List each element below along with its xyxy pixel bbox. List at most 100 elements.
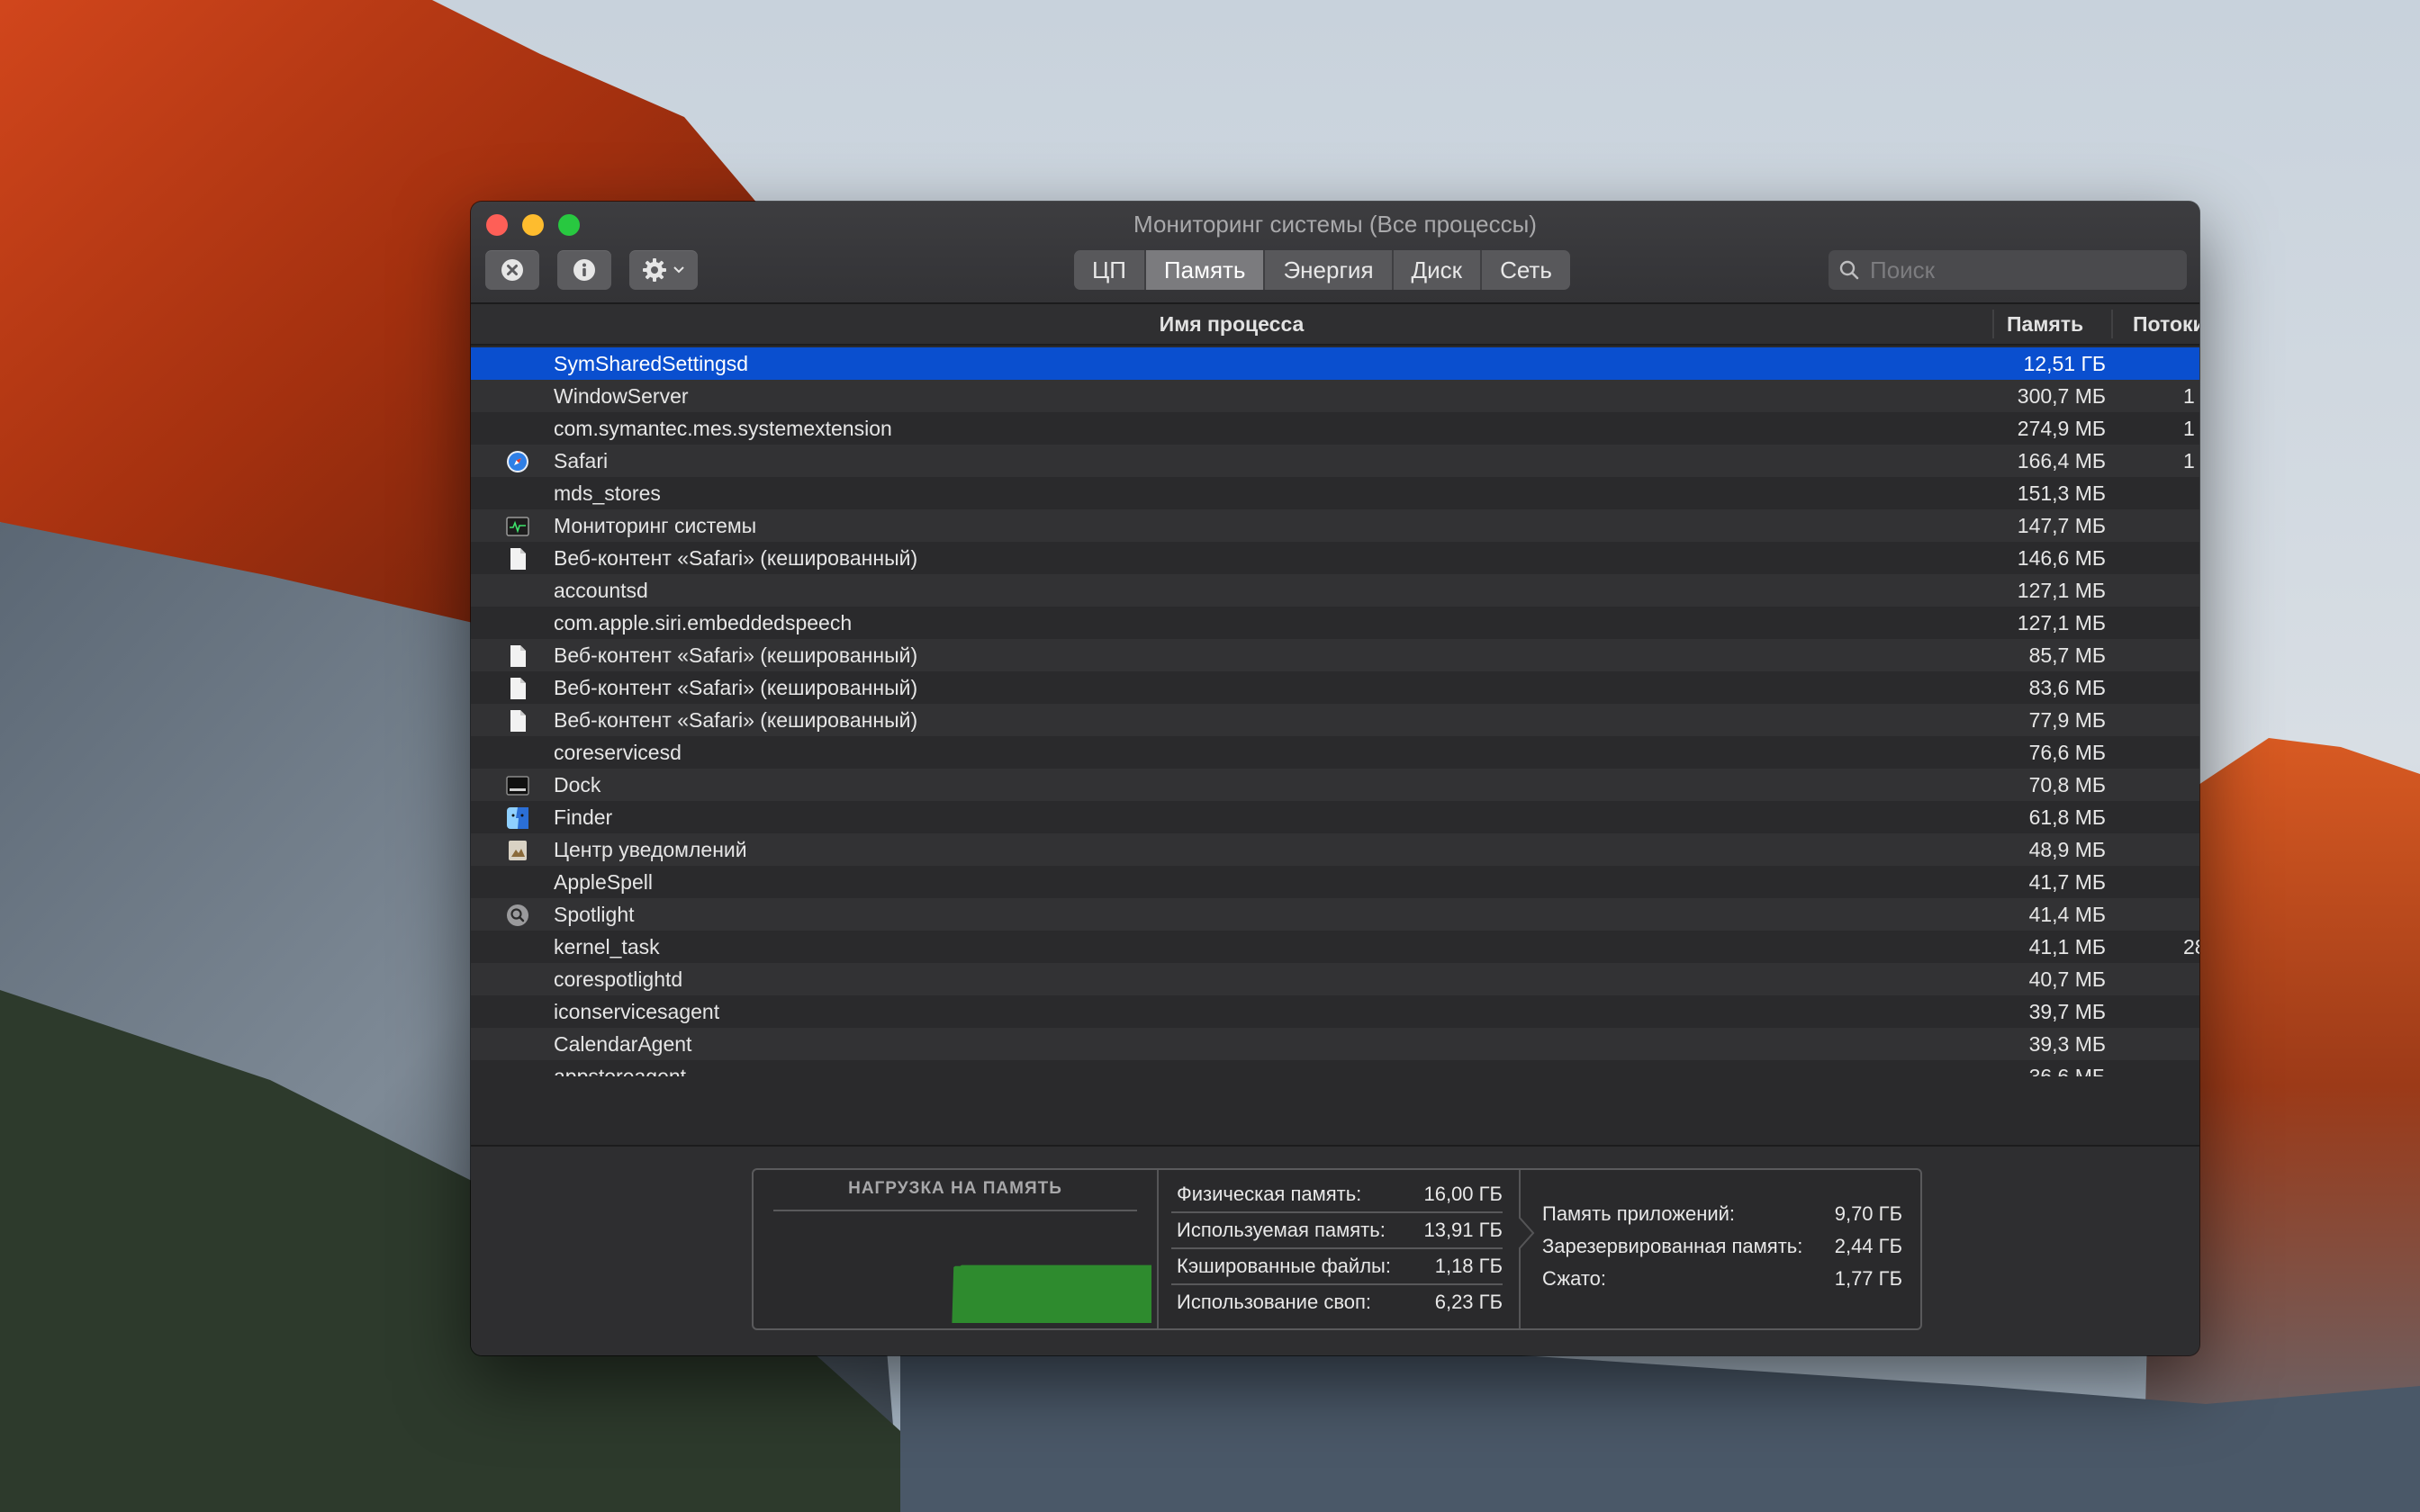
search-input[interactable] [1868, 255, 2169, 285]
process-name: accountsd [554, 579, 648, 602]
tab-network[interactable]: Сеть [1482, 250, 1570, 290]
physical-memory-stat: Физическая память: 16,00 ГБ [1177, 1181, 1503, 1208]
compressed-memory-label: Сжато: [1542, 1267, 1607, 1290]
window-title: Мониторинг системы (Все процессы) [1133, 211, 1537, 238]
memory-pressure-area [759, 1264, 1151, 1323]
column-divider[interactable] [2111, 310, 2113, 338]
process-row[interactable]: Safari 166,4 МБ 1 [471, 445, 2199, 477]
process-row[interactable]: Dock 70,8 МБ [471, 769, 2199, 801]
process-row[interactable]: corespotlightd 40,7 МБ [471, 963, 2199, 995]
column-header-process-name[interactable]: Имя процесса [471, 304, 1992, 344]
stop-process-button[interactable] [485, 250, 539, 290]
pressure-divider [773, 1210, 1137, 1211]
app-memory-label: Память приложений: [1542, 1202, 1736, 1225]
process-row[interactable]: coreservicesd 76,6 МБ [471, 736, 2199, 769]
table-header: Имя процесса Память Потоки [471, 304, 2199, 368]
process-memory: 274,9 МБ [2017, 417, 2106, 440]
process-row[interactable]: com.symantec.mes.systemextension 274,9 МБ… [471, 412, 2199, 445]
column-header-memory-label: Память [2007, 312, 2084, 336]
process-name: SymSharedSettingsd [554, 352, 749, 375]
process-row[interactable]: Finder 61,8 МБ [471, 801, 2199, 833]
process-row[interactable]: CalendarAgent 39,3 МБ [471, 1028, 2199, 1060]
process-row[interactable]: Центр уведомлений 48,9 МБ [471, 833, 2199, 866]
column-divider[interactable] [1992, 310, 1994, 338]
compressed-memory-value: 1,77 ГБ [1834, 1267, 1902, 1290]
cached-files-label: Кэшированные файлы: [1177, 1255, 1391, 1277]
process-row[interactable]: Веб-контент «Safari» (кешированный) 85,7 … [471, 639, 2199, 671]
used-memory-stat: Используемая память: 13,91 ГБ [1177, 1217, 1503, 1244]
process-row[interactable]: mds_stores 151,3 МБ [471, 477, 2199, 509]
process-row[interactable]: AppleSpell 41,7 МБ [471, 866, 2199, 898]
process-row[interactable]: SymSharedSettingsd 12,51 ГБ [471, 347, 2199, 380]
process-memory: 146,6 МБ [2017, 546, 2106, 570]
process-name: CalendarAgent [554, 1032, 692, 1056]
tab-energy[interactable]: Энергия [1265, 250, 1394, 290]
memory-summary: НАГРУЗКА НА ПАМЯТЬ Физическая память: 16… [471, 1145, 2199, 1355]
tab-cpu[interactable]: ЦП [1074, 250, 1146, 290]
process-memory: 61,8 МБ [2028, 806, 2106, 829]
stat-divider [1171, 1211, 1503, 1213]
safari-icon [506, 450, 529, 473]
process-row[interactable]: Spotlight 41,4 МБ [471, 898, 2199, 931]
process-row[interactable]: kernel_task 41,1 МБ 28 [471, 931, 2199, 963]
app-memory-stat: Память приложений: 9,70 ГБ [1542, 1201, 1902, 1228]
process-row[interactable]: Мониторинг системы 147,7 МБ [471, 509, 2199, 542]
process-name: Мониторинг системы [554, 514, 757, 537]
process-memory: 166,4 МБ [2017, 449, 2106, 472]
used-memory-label: Используемая память: [1177, 1219, 1386, 1241]
memory-pressure-chart [759, 1264, 1151, 1323]
wired-memory-label: Зарезервированная память: [1542, 1235, 1803, 1257]
process-memory: 39,3 МБ [2028, 1032, 2106, 1056]
process-threads: 1 [2183, 417, 2195, 440]
actions-menu-button[interactable] [629, 250, 698, 290]
process-threads: 28 [2183, 935, 2199, 958]
tab-memory[interactable]: Память [1145, 250, 1266, 290]
notification-center-icon [506, 839, 529, 862]
activity-monitor-icon [506, 515, 529, 538]
search-field[interactable] [1829, 250, 2187, 290]
process-name: iconservicesagent [554, 1000, 720, 1023]
title-bar: Мониторинг системы (Все процессы) ЦП Пам… [471, 202, 2199, 304]
process-memory: 41,4 МБ [2028, 903, 2106, 926]
process-name: Spotlight [554, 903, 635, 926]
wired-memory-stat: Зарезервированная память: 2,44 ГБ [1542, 1233, 1902, 1260]
memory-stats-primary: Физическая память: 16,00 ГБ Используемая… [1159, 1170, 1535, 1328]
process-memory: 127,1 МБ [2017, 611, 2106, 634]
process-row[interactable]: com.apple.siri.embeddedspeech 127,1 МБ [471, 607, 2199, 639]
process-row[interactable]: WindowServer 300,7 МБ 1 [471, 380, 2199, 412]
process-memory: 127,1 МБ [2017, 579, 2106, 602]
process-row[interactable]: Веб-контент «Safari» (кешированный) 146,6… [471, 542, 2199, 574]
process-memory: 41,7 МБ [2028, 870, 2106, 894]
search-icon [1839, 260, 1859, 280]
column-header-threads[interactable]: Потоки [2133, 304, 2199, 344]
process-memory: 36,6 МБ [2028, 1065, 2106, 1076]
process-memory: 83,6 МБ [2028, 676, 2106, 699]
chevron-down-icon [673, 266, 684, 274]
physical-memory-label: Физическая память: [1177, 1183, 1362, 1205]
process-row[interactable]: appstoreagent 36,6 МБ [471, 1060, 2199, 1076]
process-row[interactable]: iconservicesagent 39,7 МБ [471, 995, 2199, 1028]
column-header-memory[interactable]: Память [2007, 304, 2097, 368]
physical-memory-value: 16,00 ГБ [1423, 1183, 1503, 1205]
inspect-process-button[interactable] [557, 250, 611, 290]
process-memory: 40,7 МБ [2028, 968, 2106, 991]
compressed-memory-stat: Сжато: 1,77 ГБ [1542, 1265, 1902, 1292]
process-name: mds_stores [554, 482, 661, 505]
process-name: Веб-контент «Safari» (кешированный) [554, 644, 918, 667]
process-name: Веб-контент «Safari» (кешированный) [554, 708, 918, 732]
process-row[interactable]: Веб-контент «Safari» (кешированный) 77,9 … [471, 704, 2199, 736]
process-name: WindowServer [554, 384, 689, 408]
process-memory: 39,7 МБ [2028, 1000, 2106, 1023]
process-threads: 1 [2183, 384, 2195, 408]
process-memory: 85,7 МБ [2028, 644, 2106, 667]
document-icon [506, 644, 529, 668]
spotlight-icon [506, 904, 529, 927]
process-memory: 48,9 МБ [2028, 838, 2106, 861]
process-row[interactable]: Веб-контент «Safari» (кешированный) 83,6 … [471, 671, 2199, 704]
tab-disk[interactable]: Диск [1394, 250, 1483, 290]
process-row[interactable]: accountsd 127,1 МБ [471, 574, 2199, 607]
gear-icon [643, 258, 666, 282]
app-memory-value: 9,70 ГБ [1834, 1202, 1902, 1225]
cached-files-stat: Кэшированные файлы: 1,18 ГБ [1177, 1253, 1503, 1280]
process-name: AppleSpell [554, 870, 653, 894]
